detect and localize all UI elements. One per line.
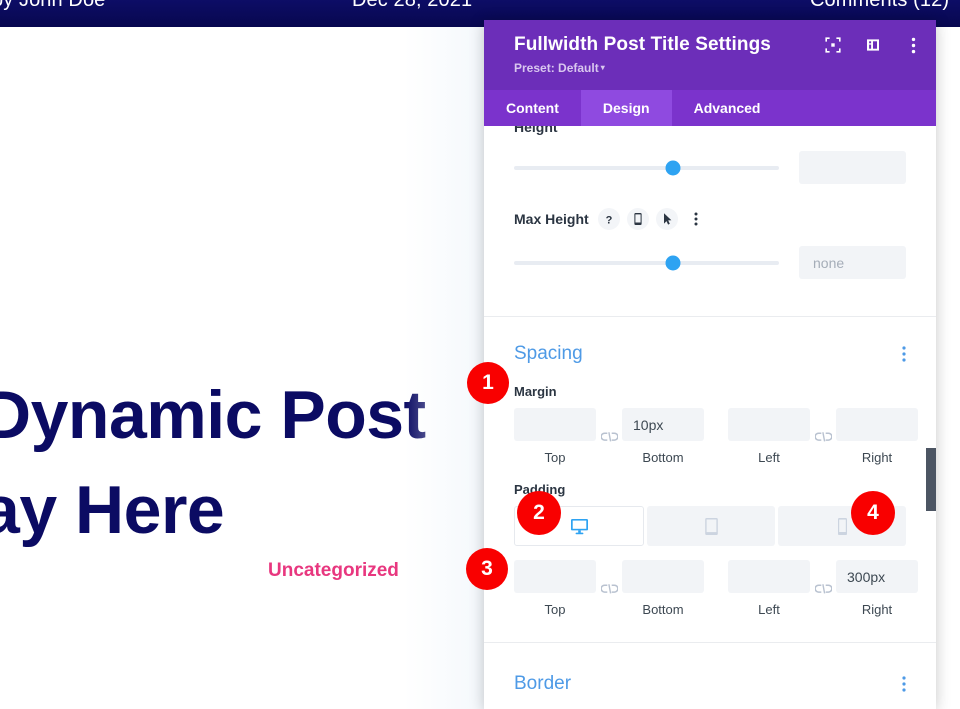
margin-bottom-input[interactable]: 10px — [622, 408, 704, 441]
padding-quad-inputs: Top Bottom — [514, 560, 906, 617]
padding-left-cell: Left — [728, 560, 810, 617]
chevron-down-icon: ▾ — [601, 63, 605, 72]
post-category-label: Uncategorized — [268, 560, 399, 582]
max-height-input[interactable]: none — [799, 246, 906, 279]
height-control-row — [514, 151, 906, 184]
margin-left-caption: Left — [728, 450, 810, 465]
margin-bottom-cell: 10px Bottom — [622, 408, 704, 465]
more-options-icon[interactable] — [904, 36, 922, 54]
margin-horizontal-pair: Left Right — [728, 408, 918, 465]
padding-bottom-cell: Bottom — [622, 560, 704, 617]
height-slider-knob[interactable] — [666, 160, 681, 175]
max-height-control-row: none — [514, 246, 906, 279]
padding-label: Padding — [514, 482, 906, 497]
margin-field-group: Margin Top — [484, 365, 936, 465]
padding-left-caption: Left — [728, 602, 810, 617]
max-height-label-row: Max Height ? — [514, 208, 906, 230]
margin-left-cell: Left — [728, 408, 810, 465]
padding-device-tabs — [514, 506, 906, 546]
help-icon[interactable]: ? — [598, 208, 620, 230]
height-input[interactable] — [799, 151, 906, 184]
responsive-mobile-icon[interactable] — [627, 208, 649, 230]
max-height-label: Max Height — [514, 211, 589, 227]
modal-scrollbar-track[interactable] — [926, 126, 936, 709]
device-tab-phone[interactable] — [778, 506, 906, 546]
margin-right-input[interactable] — [836, 408, 918, 441]
broken-link-icon[interactable] — [810, 420, 836, 453]
margin-top-input[interactable] — [514, 408, 596, 441]
height-label: Height — [514, 126, 906, 135]
padding-horizontal-pair: Left 300px Right — [728, 560, 918, 617]
padding-right-cell: 300px Right — [836, 560, 918, 617]
tab-design[interactable]: Design — [581, 90, 672, 126]
max-height-option-icons: ? — [598, 208, 707, 230]
tab-advanced[interactable]: Advanced — [672, 90, 783, 126]
panel-layout-icon[interactable] — [864, 36, 882, 54]
broken-link-icon[interactable] — [810, 572, 836, 605]
hover-cursor-icon[interactable] — [656, 208, 678, 230]
padding-right-caption: Right — [836, 602, 918, 617]
modal-scroll-body: Height Max Height ? — [484, 126, 936, 709]
post-title-heading: Dynamic Post ay Here — [0, 368, 502, 558]
more-options-icon[interactable] — [902, 346, 906, 362]
more-options-icon[interactable] — [902, 676, 906, 692]
margin-vertical-pair: Top 10px Bottom — [514, 408, 704, 465]
modal-scrollbar-thumb[interactable] — [926, 448, 936, 511]
post-date: Dec 28, 2021 — [352, 0, 472, 12]
margin-right-cell: Right — [836, 408, 918, 465]
padding-left-input[interactable] — [728, 560, 810, 593]
height-field-group: Height — [484, 126, 936, 184]
svg-text:?: ? — [605, 214, 612, 226]
margin-quad-inputs: Top 10px Bottom — [514, 408, 906, 465]
broken-link-icon[interactable] — [596, 572, 622, 605]
max-height-input-placeholder: none — [813, 255, 844, 271]
margin-label: Margin — [514, 384, 906, 399]
spacing-section-title: Spacing — [514, 343, 583, 365]
border-section-header[interactable]: Border — [484, 643, 936, 695]
margin-right-caption: Right — [836, 450, 918, 465]
height-slider[interactable] — [514, 166, 779, 170]
padding-vertical-pair: Top Bottom — [514, 560, 704, 617]
margin-top-caption: Top — [514, 450, 596, 465]
margin-left-input[interactable] — [728, 408, 810, 441]
padding-top-caption: Top — [514, 602, 596, 617]
preset-label: Preset: Default — [514, 61, 599, 75]
padding-right-input[interactable]: 300px — [836, 560, 918, 593]
padding-field-group: Padding — [484, 465, 936, 617]
max-height-slider[interactable] — [514, 261, 779, 265]
desktop-icon — [570, 518, 589, 535]
max-height-field-group: Max Height ? — [484, 184, 936, 279]
padding-bottom-caption: Bottom — [622, 602, 704, 617]
margin-bottom-caption: Bottom — [622, 450, 704, 465]
tablet-icon — [704, 517, 719, 536]
more-options-icon[interactable] — [685, 208, 707, 230]
modal-header-actions — [824, 36, 922, 54]
tab-content[interactable]: Content — [484, 90, 581, 126]
phone-icon — [837, 517, 848, 536]
modal-tab-bar: Content Design Advanced — [484, 90, 936, 126]
padding-top-input[interactable] — [514, 560, 596, 593]
post-comments-count: Comments (12) — [810, 0, 949, 12]
margin-top-cell: Top — [514, 408, 596, 465]
padding-top-cell: Top — [514, 560, 596, 617]
modal-header: Fullwidth Post Title Settings Preset: De… — [484, 20, 936, 90]
focus-frame-icon[interactable] — [824, 36, 842, 54]
device-tab-desktop[interactable] — [514, 506, 644, 546]
post-author: by John Doe — [0, 0, 105, 12]
spacing-section-header: Spacing — [484, 317, 936, 365]
broken-link-icon[interactable] — [596, 420, 622, 453]
module-settings-modal: Fullwidth Post Title Settings Preset: De… — [484, 20, 936, 709]
device-tab-tablet[interactable] — [647, 506, 775, 546]
padding-bottom-input[interactable] — [622, 560, 704, 593]
preset-selector[interactable]: Preset: Default▾ — [514, 61, 918, 75]
border-section-title: Border — [514, 673, 571, 695]
max-height-slider-knob[interactable] — [666, 255, 681, 270]
